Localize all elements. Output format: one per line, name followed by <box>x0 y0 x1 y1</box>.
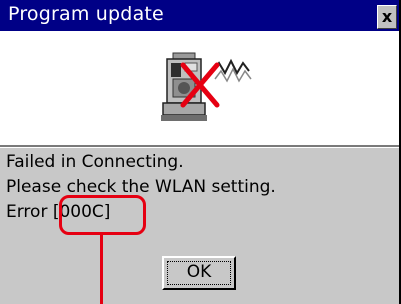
message-line-1: Failed in Connecting. <box>6 152 184 172</box>
dialog-title: Program update <box>8 3 164 25</box>
instrument-error-icon <box>161 52 252 121</box>
ok-button-label: OK <box>186 262 212 282</box>
close-icon: x <box>381 7 393 26</box>
callout-leader-line <box>100 233 103 304</box>
icon-panel <box>0 31 399 145</box>
title-bar[interactable]: Program update x <box>0 0 399 31</box>
error-code-callout <box>59 195 146 235</box>
message-line-2: Please check the WLAN setting. <box>6 177 276 197</box>
close-button[interactable]: x <box>377 5 397 29</box>
error-label: Error <box>6 202 48 222</box>
program-update-dialog: Program update x Failed in Connecting. P… <box>0 0 401 304</box>
ok-button[interactable]: OK <box>162 256 236 290</box>
